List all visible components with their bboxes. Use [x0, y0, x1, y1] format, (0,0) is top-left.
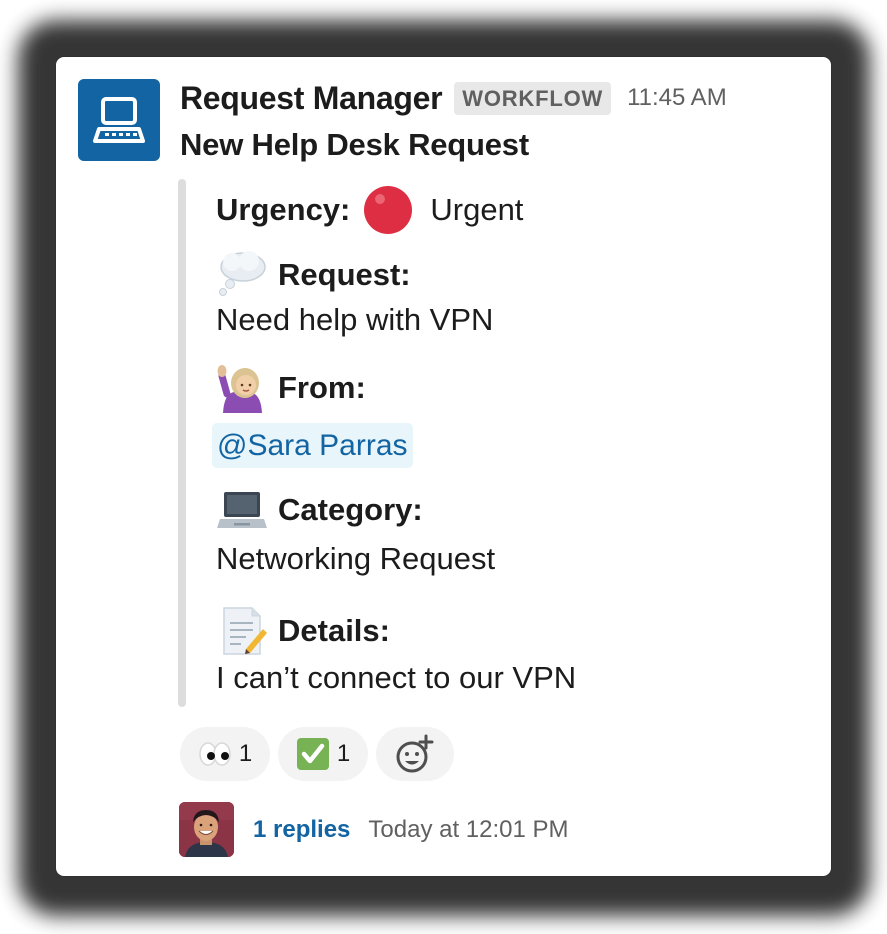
reaction-check-mark[interactable]: 1	[278, 727, 368, 781]
from-label-row: From:	[216, 362, 366, 414]
details-value: I can’t connect to our VPN	[216, 660, 577, 695]
sender-name[interactable]: Request Manager	[180, 80, 443, 117]
message-card: Request Manager WORKFLOW 11:45 AM New He…	[56, 57, 831, 876]
request-value: Need help with VPN	[216, 302, 494, 337]
eyes-icon	[199, 742, 231, 766]
add-reaction-button[interactable]	[376, 727, 454, 781]
request-label-row: Request:	[216, 250, 411, 300]
category-value: Networking Request	[216, 541, 496, 576]
urgency-value: Urgent	[430, 192, 524, 227]
computer-icon	[93, 97, 145, 143]
add-reaction-icon	[396, 734, 434, 773]
urgency-label: Urgency:	[216, 192, 351, 227]
reaction-eyes[interactable]: 1	[180, 727, 270, 781]
details-label: Details:	[278, 613, 390, 648]
memo-icon	[223, 607, 267, 655]
person-avatar-icon	[179, 802, 234, 857]
thought-balloon-icon	[219, 251, 266, 296]
request-label: Request:	[278, 257, 411, 292]
thread-replies-link[interactable]: 1 replies	[253, 816, 350, 844]
app-avatar[interactable]	[78, 79, 160, 161]
reactions-bar: 1 1	[180, 727, 454, 781]
details-value-row: I can’t connect to our VPN	[216, 660, 576, 696]
details-label-row: Details:	[216, 605, 390, 657]
check-mark-icon	[296, 738, 329, 770]
message-header: Request Manager WORKFLOW 11:45 AM	[180, 77, 727, 119]
category-label: Category:	[278, 492, 423, 527]
category-label-row: Category:	[216, 488, 423, 532]
last-reply-time: Today at 12:01 PM	[368, 815, 569, 843]
from-label: From:	[278, 370, 366, 405]
red-circle-icon	[364, 186, 413, 234]
message-title: New Help Desk Request	[180, 127, 529, 162]
person-raising-hand-icon	[217, 365, 262, 413]
message-timestamp[interactable]: 11:45 AM	[627, 84, 727, 112]
reaction-check-count: 1	[336, 740, 351, 767]
user-mention-link[interactable]: @Sara Parras	[212, 423, 413, 468]
request-value-row: Need help with VPN	[216, 302, 493, 338]
attachment-bar	[178, 179, 186, 707]
laptop-icon	[217, 492, 267, 528]
urgency-row: Urgency: Urgent	[216, 184, 523, 236]
thread-summary: 1 replies Today at 12:01 PM	[179, 802, 569, 857]
reply-user-avatar[interactable]	[179, 802, 234, 857]
workflow-badge: WORKFLOW	[454, 81, 612, 115]
reaction-eyes-count: 1	[238, 740, 253, 767]
category-value-row: Networking Request	[216, 541, 495, 577]
